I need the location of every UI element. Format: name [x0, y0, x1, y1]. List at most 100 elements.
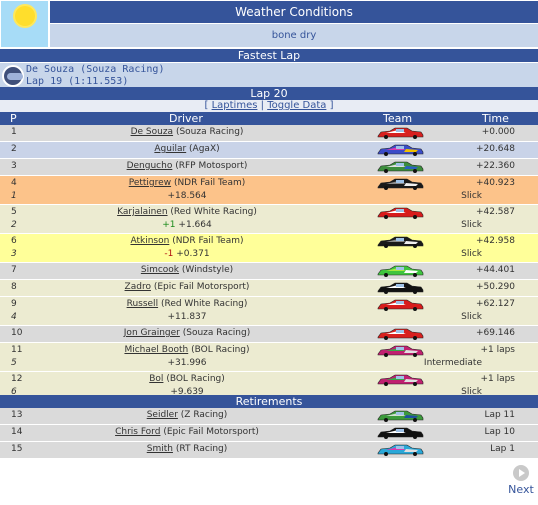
gap-cell: +11.837	[0, 312, 374, 322]
driver-link[interactable]: Dengucho	[127, 161, 173, 171]
gap-value: +1.664	[178, 220, 212, 230]
helmet-icon	[2, 65, 24, 87]
driver-link[interactable]: Atkinson	[130, 236, 169, 246]
gap-cell: +18.564	[0, 191, 374, 201]
team-name: (RT Racing)	[175, 444, 228, 454]
team-name: (Souza Racing)	[175, 127, 244, 137]
next-button[interactable]: Next	[504, 465, 538, 497]
table-row: 3 Dengucho (RFP Motosport) +22.360	[0, 159, 538, 175]
driver-link[interactable]: Aguilar	[154, 144, 186, 154]
car-livery-icon	[376, 236, 424, 248]
car-livery-icon	[376, 410, 424, 422]
tyre-type: Slick	[461, 220, 482, 230]
car-livery-icon	[376, 207, 424, 219]
col-driver: Driver	[169, 112, 203, 125]
gap-cell: -1 +0.371	[0, 249, 374, 259]
driver-link[interactable]: Smith	[147, 444, 173, 454]
gap-value: +11.837	[167, 312, 207, 322]
race-time: +1 laps	[480, 345, 515, 355]
column-header: P Driver Team Time	[0, 112, 538, 125]
driver-link[interactable]: Simcook	[141, 265, 179, 275]
table-row: 4 Pettigrew (NDR Fail Team) +40.923 1 +18.56…	[0, 176, 538, 204]
laptimes-link[interactable]: Laptimes	[212, 100, 258, 111]
col-time: Time	[482, 112, 509, 125]
driver-cell: Smith (RT Racing)	[0, 444, 374, 454]
car-livery-icon	[376, 144, 424, 156]
table-row: 13 Seidler (Z Racing) Lap 11	[0, 408, 538, 424]
race-time: +42.958	[475, 236, 515, 246]
links-open-bracket: [	[204, 100, 209, 111]
gap-cell: +31.996	[0, 358, 374, 368]
driver-cell: Aguilar (AgaX)	[0, 144, 374, 154]
car-livery-icon	[376, 127, 424, 139]
table-row: 15 Smith (RT Racing) Lap 1	[0, 442, 538, 458]
driver-link[interactable]: Zadro	[125, 282, 151, 292]
driver-link[interactable]: Pettigrew	[129, 178, 171, 188]
team-name: (Epic Fail Motorsport)	[163, 427, 259, 437]
team-name: (Red White Racing)	[170, 207, 257, 217]
table-row: 11 Michael Booth (BOL Racing) +1 laps 5 +31.…	[0, 343, 538, 371]
links-close-bracket: ]	[329, 100, 334, 111]
race-time: +69.146	[475, 328, 515, 338]
driver-link[interactable]: Chris Ford	[115, 427, 160, 437]
car-livery-icon	[376, 374, 424, 386]
team-name: (Souza Racing)	[182, 328, 251, 338]
team-name: (Epic Fail Motorsport)	[153, 282, 250, 292]
race-time: +0.000	[481, 127, 515, 137]
weather-value: bone dry	[50, 24, 538, 47]
car-livery-icon	[376, 282, 424, 294]
team-name: (RFP Motosport)	[175, 161, 248, 171]
weather-title: Weather Conditions	[50, 1, 538, 23]
col-pos: P	[10, 112, 17, 125]
col-team: Team	[383, 112, 413, 125]
driver-link[interactable]: Michael Booth	[124, 345, 188, 355]
team-name: (BOL Racing)	[166, 374, 225, 384]
race-time: +1 laps	[480, 374, 515, 384]
race-time: +42.587	[475, 207, 515, 217]
table-row: 6 Atkinson (NDR Fail Team) +42.958 3 -1 +0.3…	[0, 234, 538, 262]
driver-link[interactable]: De Souza	[131, 127, 174, 137]
car-livery-icon	[376, 161, 424, 173]
gap-change: +1	[162, 220, 176, 230]
tyre-type: Intermediate	[423, 358, 482, 368]
team-name: (NDR Fail Team)	[173, 178, 246, 188]
driver-cell: Michael Booth (BOL Racing)	[0, 345, 374, 355]
driver-cell: Simcook (Windstyle)	[0, 265, 374, 275]
table-row: 1 De Souza (Souza Racing) +0.000	[0, 125, 538, 141]
table-row: 14 Chris Ford (Epic Fail Motorsport) Lap 1…	[0, 425, 538, 441]
race-time: +44.401	[475, 265, 515, 275]
race-time: +62.127	[475, 299, 515, 309]
table-row: 7 Simcook (Windstyle) +44.401	[0, 263, 538, 279]
driver-link[interactable]: Karjalainen	[117, 207, 167, 217]
weather-panel: Weather Conditions bone dry	[0, 0, 538, 47]
driver-cell: Seidler (Z Racing)	[0, 410, 374, 420]
gap-value: +18.564	[167, 191, 207, 201]
driver-cell: Zadro (Epic Fail Motorsport)	[0, 282, 374, 292]
gap-value: +31.996	[167, 358, 207, 368]
driver-link[interactable]: Seidler	[147, 410, 178, 420]
retirements-title: Retirements	[0, 395, 538, 408]
car-livery-icon	[376, 328, 424, 340]
toggle-data-link[interactable]: Toggle Data	[267, 100, 326, 111]
team-name: (BOL Racing)	[191, 345, 250, 355]
table-row: 2 Aguilar (AgaX) +20.648	[0, 142, 538, 158]
car-livery-icon	[376, 345, 424, 357]
race-time: Lap 1	[490, 444, 515, 454]
driver-link[interactable]: Bol	[149, 374, 163, 384]
driver-cell: Bol (BOL Racing)	[0, 374, 374, 384]
lap-links: [ Laptimes | Toggle Data ]	[0, 100, 538, 112]
sun-icon	[15, 6, 35, 26]
table-row: 5 Karjalainen (Red White Racing) +42.587 2 +…	[0, 205, 538, 233]
car-livery-icon	[376, 178, 424, 190]
table-row: 9 Russell (Red White Racing) +62.127 4 +11.8…	[0, 297, 538, 325]
next-arrow-icon	[513, 465, 529, 481]
tyre-type: Slick	[461, 249, 482, 259]
team-name: (NDR Fail Team)	[172, 236, 244, 246]
driver-cell: Pettigrew (NDR Fail Team)	[0, 178, 374, 188]
driver-link[interactable]: Russell	[127, 299, 158, 309]
weather-icon-box	[1, 1, 48, 47]
table-row: 10 Jon Grainger (Souza Racing) +69.146	[0, 326, 538, 342]
driver-link[interactable]: Jon Grainger	[124, 328, 180, 338]
table-row: 8 Zadro (Epic Fail Motorsport) +50.290	[0, 280, 538, 296]
team-name: (AgaX)	[189, 144, 220, 154]
